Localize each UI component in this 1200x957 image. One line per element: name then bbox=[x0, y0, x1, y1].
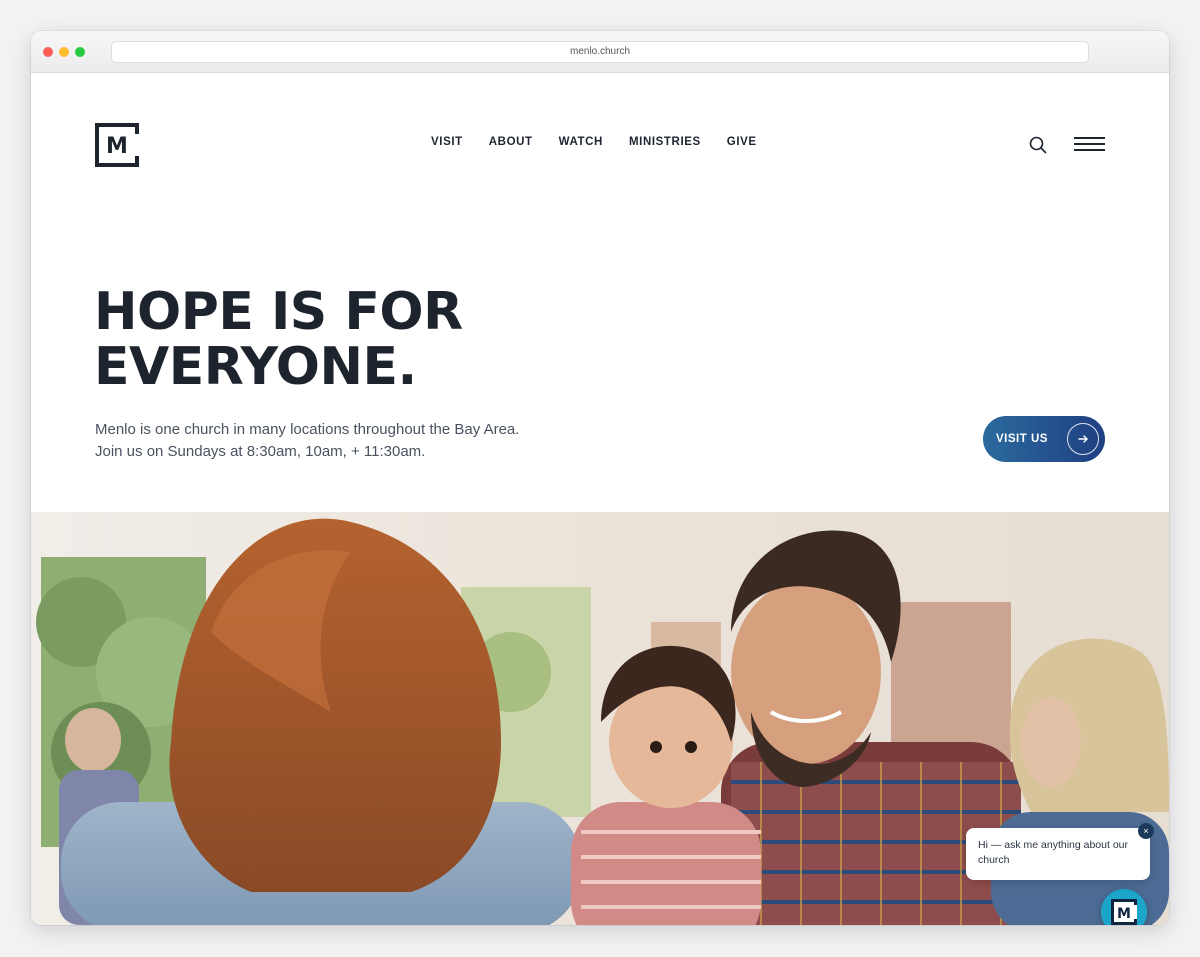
nav-item-ministries[interactable]: MINISTRIES bbox=[629, 136, 701, 148]
chat-close-button[interactable]: × bbox=[1138, 823, 1154, 839]
menlo-logo[interactable]: M bbox=[95, 123, 139, 167]
headline-line-1: HOPE IS FOR bbox=[94, 282, 463, 342]
hero-subtext: Menlo is one church in many locations th… bbox=[95, 419, 615, 463]
search-button[interactable] bbox=[1027, 134, 1049, 156]
nav-item-watch[interactable]: WATCH bbox=[559, 136, 603, 148]
visit-us-button[interactable]: VISIT US bbox=[983, 416, 1105, 462]
page: M VISIT ABOUT WATCH MINISTRIES GIVE HOPE… bbox=[31, 73, 1169, 925]
close-window-button[interactable] bbox=[43, 47, 53, 57]
subtext-line-1: Menlo is one church in many locations th… bbox=[95, 421, 520, 438]
visit-us-label: VISIT US bbox=[996, 433, 1048, 445]
hamburger-menu-button[interactable] bbox=[1072, 135, 1106, 155]
nav-item-about[interactable]: ABOUT bbox=[489, 136, 533, 148]
hamburger-menu-icon bbox=[1074, 137, 1105, 139]
browser-titlebar: menlo.church bbox=[31, 31, 1169, 73]
arrow-circle bbox=[1067, 423, 1099, 455]
arrow-right-icon bbox=[1078, 435, 1088, 443]
chat-welcome-bubble[interactable]: Hi — ask me anything about our church bbox=[966, 828, 1150, 880]
subtext-line-2: Join us on Sundays at 8:30am, 10am, + 11… bbox=[95, 443, 426, 460]
browser-window: menlo.church M VISIT ABOUT WATCH MINISTR… bbox=[31, 31, 1169, 925]
headline-line-2: EVERYONE. bbox=[94, 337, 417, 397]
nav-item-give[interactable]: GIVE bbox=[727, 136, 757, 148]
zoom-window-button[interactable] bbox=[75, 47, 85, 57]
search-icon bbox=[1029, 136, 1047, 154]
chat-logo-letter: M bbox=[1117, 906, 1131, 922]
logo-letter: M bbox=[106, 134, 128, 159]
chat-logo-icon: M bbox=[1111, 899, 1137, 925]
nav-item-visit[interactable]: VISIT bbox=[431, 136, 463, 148]
minimize-window-button[interactable] bbox=[59, 47, 69, 57]
chat-launcher-button[interactable]: M bbox=[1101, 889, 1147, 925]
address-bar[interactable]: menlo.church bbox=[111, 41, 1089, 63]
main-nav: VISIT ABOUT WATCH MINISTRIES GIVE bbox=[431, 136, 783, 148]
hero-headline: HOPE IS FOR EVERYONE. bbox=[94, 285, 614, 395]
